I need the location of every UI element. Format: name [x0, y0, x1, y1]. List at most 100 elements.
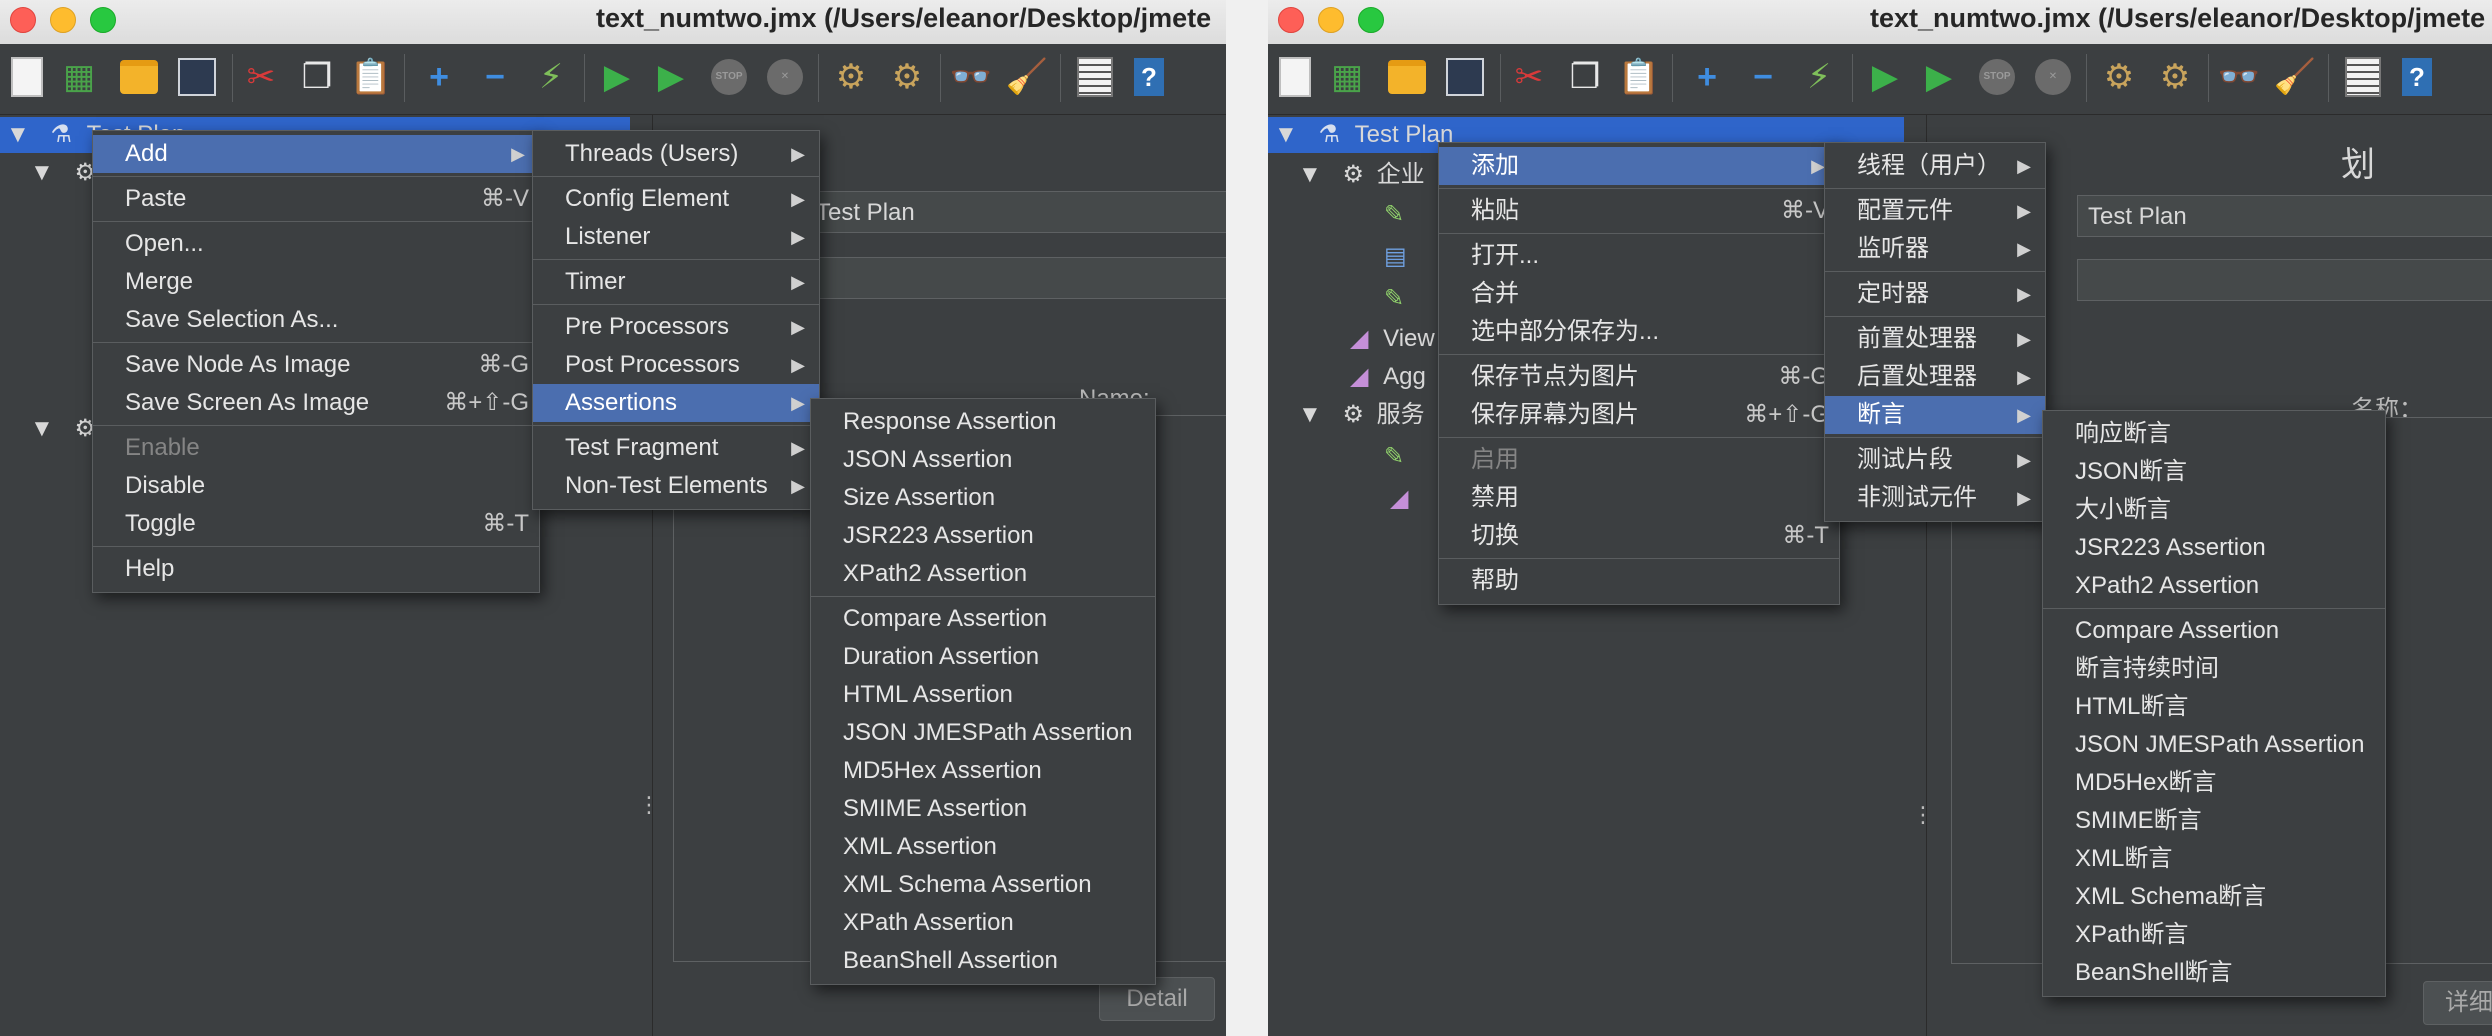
menu-item-size-assertion[interactable]: Size Assertion — [811, 479, 1155, 517]
splitter-handle[interactable]: ⋮ — [638, 794, 660, 816]
templates-icon[interactable]: ▦ — [58, 56, 100, 98]
menu-item-jsr223-assertion[interactable]: JSR223 Assertion — [811, 517, 1155, 555]
menu-item-3[interactable]: 监听器 ▶ — [1825, 230, 2045, 268]
help-icon[interactable]: ? — [1128, 56, 1170, 98]
menu-item-compare-assertion[interactable]: Compare Assertion — [811, 600, 1155, 638]
collapse-icon[interactable]: − — [1742, 56, 1784, 98]
detail-button[interactable]: 详细 — [2423, 981, 2492, 1025]
save-icon[interactable] — [1444, 56, 1486, 98]
tree-node-sampler[interactable]: ✎ — [1384, 197, 1404, 233]
menu-item-json-assertion[interactable]: JSON Assertion — [811, 441, 1155, 479]
menu-item-help[interactable]: Help — [93, 550, 539, 588]
copy-icon[interactable]: ❐ — [296, 56, 338, 98]
tree-node-thread-group[interactable]: ▼ ⚙ — [30, 155, 96, 191]
menu-item-11[interactable]: 测试片段 ▶ — [1825, 441, 2045, 479]
menu-item-xpath[interactable]: XPath断言 — [2043, 916, 2385, 954]
menu-item-html[interactable]: HTML断言 — [2043, 688, 2385, 726]
comments-field[interactable] — [2077, 259, 2492, 301]
menu-item-timer[interactable]: Timer ▶ — [533, 263, 819, 301]
copy-icon[interactable]: ❐ — [1564, 56, 1606, 98]
menu-item-0[interactable]: 添加 ▶ — [1439, 147, 1839, 185]
paste-icon[interactable]: 📋 — [1618, 56, 1660, 98]
tree-node-aggregate[interactable]: ◢ Agg — [1350, 359, 1426, 395]
expand-icon[interactable]: + — [1686, 56, 1728, 98]
open-icon[interactable] — [118, 56, 160, 98]
menu-item-5[interactable]: 合并 — [1439, 275, 1839, 313]
shutdown-icon[interactable]: ✕ — [764, 56, 806, 98]
menu-item-xpath-assertion[interactable]: XPath Assertion — [811, 904, 1155, 942]
menu-item-4[interactable]: 打开... — [1439, 237, 1839, 275]
start-icon[interactable]: ▶ — [1864, 56, 1906, 98]
menu-item-8[interactable]: 后置处理器 ▶ — [1825, 358, 2045, 396]
collapse-icon[interactable]: − — [474, 56, 516, 98]
chevron-down-icon[interactable]: ▼ — [30, 159, 54, 186]
menu-item-disable[interactable]: Disable — [93, 467, 539, 505]
name-field[interactable]: Test Plan — [2077, 195, 2492, 237]
menu-item-xml-assertion[interactable]: XML Assertion — [811, 828, 1155, 866]
menu-item-md5hex[interactable]: MD5Hex断言 — [2043, 764, 2385, 802]
menu-item-json-jmespath-assertion[interactable]: JSON JMESPath Assertion — [811, 714, 1155, 752]
menu-item-toggle[interactable]: Toggle ⌘-T — [93, 505, 539, 543]
menu-item-9[interactable]: 保存屏幕为图片 ⌘+⇧-G — [1439, 396, 1839, 434]
chevron-down-icon[interactable]: ▼ — [1298, 401, 1322, 428]
menu-item-6[interactable]: 选中部分保存为... — [1439, 313, 1839, 351]
start-icon[interactable]: ▶ — [596, 56, 638, 98]
tree-node-thread-group[interactable]: ▼ ⚙ 企业 — [1298, 157, 1425, 193]
menu-item-paste[interactable]: Paste ⌘-V — [93, 180, 539, 218]
menu-item-config-element[interactable]: Config Element ▶ — [533, 180, 819, 218]
menu-item-save-selection-as[interactable]: Save Selection As... — [93, 301, 539, 339]
close-window-button[interactable] — [10, 7, 36, 33]
menu-item-merge[interactable]: Merge — [93, 263, 539, 301]
menu-item-listener[interactable]: Listener ▶ — [533, 218, 819, 256]
search-icon[interactable]: 👓 — [950, 56, 992, 98]
chevron-down-icon[interactable]: ▼ — [1298, 161, 1322, 188]
menu-item-add[interactable]: Add ▶ — [93, 135, 539, 173]
comments-field[interactable] — [805, 257, 1226, 299]
minimize-window-button[interactable] — [50, 7, 76, 33]
stop-icon[interactable]: STOP — [708, 56, 750, 98]
tree-node-listener[interactable]: ◢ — [1390, 481, 1408, 517]
tree-node-view-results[interactable]: ◢ View — [1350, 321, 1435, 357]
menu-item-duration-assertion[interactable]: Duration Assertion — [811, 638, 1155, 676]
clear-icon[interactable]: ⚙ — [830, 56, 872, 98]
paste-icon[interactable]: 📋 — [350, 56, 392, 98]
menu-item-response-assertion[interactable]: Response Assertion — [811, 403, 1155, 441]
help-icon[interactable]: ? — [2396, 56, 2438, 98]
menu-item-smime[interactable]: SMIME断言 — [2043, 802, 2385, 840]
menu-item-13[interactable]: 切换 ⌘-T — [1439, 517, 1839, 555]
reset-search-icon[interactable]: 🧹 — [1006, 56, 1048, 98]
menu-item-5[interactable]: 定时器 ▶ — [1825, 275, 2045, 313]
toggle-icon[interactable]: ⚡ — [1798, 56, 1840, 98]
templates-icon[interactable]: ▦ — [1326, 56, 1368, 98]
menu-item-0[interactable]: 线程（用户） ▶ — [1825, 147, 2045, 185]
menu-item-test-fragment[interactable]: Test Fragment ▶ — [533, 429, 819, 467]
menu-item-0[interactable]: 响应断言 — [2043, 415, 2385, 453]
name-field[interactable]: Test Plan — [805, 191, 1226, 233]
reset-search-icon[interactable]: 🧹 — [2274, 56, 2316, 98]
menu-item-threads-users[interactable]: Threads (Users) ▶ — [533, 135, 819, 173]
menu-item-12[interactable]: 禁用 — [1439, 479, 1839, 517]
chevron-down-icon[interactable]: ▼ — [30, 415, 54, 442]
menu-item-xml-schema[interactable]: XML Schema断言 — [2043, 878, 2385, 916]
menu-item-beanshell[interactable]: BeanShell断言 — [2043, 954, 2385, 992]
function-helper-icon[interactable] — [1074, 56, 1116, 98]
tree-node-sampler[interactable]: ✎ — [1384, 439, 1404, 475]
expand-icon[interactable]: + — [418, 56, 460, 98]
shutdown-icon[interactable]: ✕ — [2032, 56, 2074, 98]
menu-item-xml-schema-assertion[interactable]: XML Schema Assertion — [811, 866, 1155, 904]
save-icon[interactable] — [176, 56, 218, 98]
menu-item-xpath2-assertion[interactable]: XPath2 Assertion — [2043, 567, 2385, 605]
menu-item-7[interactable]: 断言持续时间 — [2043, 650, 2385, 688]
menu-item-json[interactable]: JSON断言 — [2043, 453, 2385, 491]
menu-item-9[interactable]: 断言 ▶ — [1825, 396, 2045, 434]
zoom-window-button[interactable] — [90, 7, 116, 33]
menu-item-save-screen-as-image[interactable]: Save Screen As Image ⌘+⇧-G — [93, 384, 539, 422]
menu-item-save-node-as-image[interactable]: Save Node As Image ⌘-G — [93, 346, 539, 384]
minimize-window-button[interactable] — [1318, 7, 1344, 33]
tree-node-config[interactable]: ▤ — [1384, 239, 1407, 275]
menu-item-xml[interactable]: XML断言 — [2043, 840, 2385, 878]
tree-node-thread-group-2[interactable]: ▼ ⚙ 服务 — [1298, 397, 1425, 433]
menu-item-pre-processors[interactable]: Pre Processors ▶ — [533, 308, 819, 346]
menu-item-post-processors[interactable]: Post Processors ▶ — [533, 346, 819, 384]
zoom-window-button[interactable] — [1358, 7, 1384, 33]
